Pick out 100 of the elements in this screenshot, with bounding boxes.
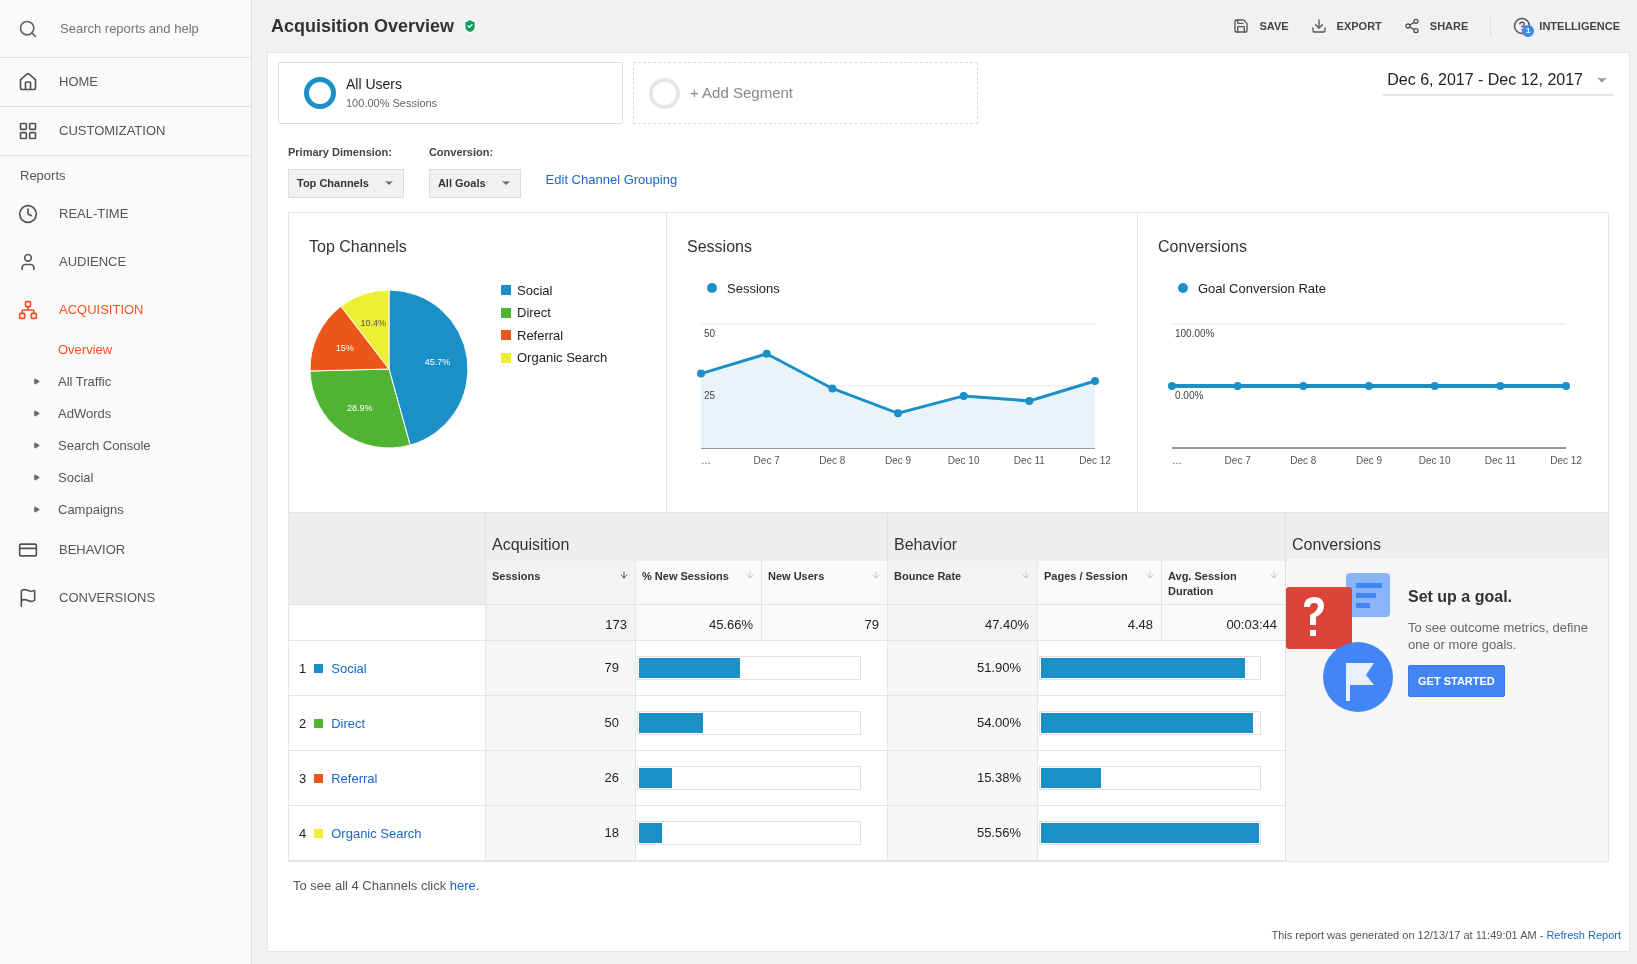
toolbar-icon xyxy=(1310,18,1327,34)
legend-swatch xyxy=(501,330,511,341)
segment-detail: 100.00% Sessions xyxy=(346,96,438,112)
expand-icon xyxy=(33,378,40,385)
footer-note: To see all 4 Channels click here. xyxy=(292,876,481,895)
nav-subitem[interactable]: Search Console xyxy=(0,429,251,462)
segment-card[interactable]: All Users 100.00% Sessions xyxy=(278,62,623,124)
axis-label: Dec 8 xyxy=(1290,455,1317,466)
legend-swatch xyxy=(501,352,511,363)
goal-title: Set up a goal. xyxy=(1408,586,1513,607)
dimension-dropdown[interactable]: Top Channels xyxy=(288,168,404,198)
column-header[interactable]: New Users xyxy=(761,560,887,605)
group-heading: Conversions xyxy=(1292,535,1381,553)
table-cell: 15.38% xyxy=(887,750,1037,806)
refresh-link[interactable]: Refresh Report xyxy=(1546,928,1621,941)
data-point xyxy=(1233,382,1242,390)
search-field[interactable]: Search reports and help xyxy=(60,18,230,39)
chart-title: Conversions xyxy=(1158,236,1248,257)
nav-icon xyxy=(18,72,38,92)
nav-subitem[interactable]: AdWords xyxy=(0,397,251,430)
nav-icon xyxy=(18,587,38,608)
row-rank: 1 xyxy=(299,659,307,678)
column-header[interactable]: Avg. Session Duration xyxy=(1161,560,1285,605)
group-heading: Behavior xyxy=(894,535,958,553)
intelligence-button[interactable]: 1 INTELLIGENCE xyxy=(1513,17,1620,35)
verified-icon xyxy=(462,18,479,34)
sort-arrow-icon xyxy=(619,569,629,580)
data-point xyxy=(1365,382,1373,390)
channel-link[interactable]: Direct xyxy=(331,713,366,734)
toolbar-button[interactable]: EXPORT xyxy=(1310,17,1382,35)
toolbar-button[interactable]: SHARE xyxy=(1403,17,1469,35)
nav-subitem[interactable]: All Traffic xyxy=(0,365,251,398)
expand-icon xyxy=(33,410,40,417)
nav-item[interactable]: REAL-TIME xyxy=(0,189,251,238)
get-started-button[interactable]: GET STARTED xyxy=(1408,664,1505,697)
sort-arrow-icon xyxy=(871,569,881,580)
axis-label: Dec 7 xyxy=(1224,455,1251,466)
legend-label: Direct xyxy=(517,304,551,322)
channel-link[interactable]: Referral xyxy=(331,768,378,789)
data-point xyxy=(1091,377,1099,386)
axis-label: 50 xyxy=(704,328,716,339)
chart-title: Top Channels xyxy=(309,236,408,257)
axis-label: Dec 8 xyxy=(819,455,846,466)
table-cell: 55.56% xyxy=(887,805,1037,861)
column-header[interactable]: Pages / Session xyxy=(1037,560,1161,605)
group-heading: Acquisition xyxy=(492,535,570,553)
total-cell: 47.40% xyxy=(887,604,1037,641)
data-point xyxy=(697,369,705,378)
legend-swatch xyxy=(501,285,511,296)
legend-label: Goal Conversion Rate xyxy=(1198,279,1326,298)
sort-arrow-icon xyxy=(745,569,755,580)
nav-item[interactable]: HOME xyxy=(0,58,251,107)
channel-link[interactable]: Social xyxy=(331,658,367,679)
legend-label: Organic Search xyxy=(517,349,608,367)
segment-ring-icon xyxy=(304,77,336,109)
nav-icon xyxy=(18,251,38,272)
expand-icon xyxy=(33,442,40,449)
dimension-label: Primary Dimension: xyxy=(288,145,393,160)
nav-item[interactable]: BEHAVIOR xyxy=(0,525,251,574)
legend-swatch xyxy=(501,307,511,318)
data-point xyxy=(1496,382,1505,390)
date-range-picker[interactable]: Dec 6, 2017 - Dec 12, 2017 xyxy=(1383,66,1613,96)
column-header[interactable]: % New Sessions xyxy=(635,560,761,605)
row-rank: 4 xyxy=(299,824,307,843)
nav-item[interactable]: CONVERSIONS xyxy=(0,573,251,622)
notification-badge: 1 xyxy=(1522,25,1535,37)
expand-icon xyxy=(33,506,40,513)
table-cell: 26 xyxy=(485,750,635,806)
slice-label: 15% xyxy=(335,342,354,353)
axis-label: Dec 10 xyxy=(1418,455,1451,466)
legend-label: Referral xyxy=(517,326,564,345)
data-point xyxy=(959,391,968,400)
data-point xyxy=(894,409,902,418)
page-title: Acquisition Overview xyxy=(271,14,455,38)
nav-icon xyxy=(18,203,38,224)
axis-label: Dec 9 xyxy=(884,455,912,466)
dimension-dropdown[interactable]: All Goals xyxy=(428,168,521,198)
table-cell: 50 xyxy=(485,695,635,751)
total-cell: 00:03:44 xyxy=(1161,604,1285,641)
axis-label: 0.00% xyxy=(1175,390,1204,401)
section-label: Reports xyxy=(19,167,67,185)
slice-label: 45.7% xyxy=(424,356,451,367)
column-header[interactable]: Sessions xyxy=(485,560,635,605)
segment-name: All Users xyxy=(346,75,403,95)
column-header[interactable]: Bounce Rate xyxy=(887,560,1037,605)
data-point xyxy=(1562,382,1570,390)
edit-grouping-link[interactable]: Edit Channel Grouping xyxy=(545,170,678,190)
nav-item[interactable]: AUDIENCE xyxy=(0,237,251,286)
channel-link[interactable]: Organic Search xyxy=(331,823,422,844)
add-segment-button[interactable]: + Add Segment xyxy=(633,62,978,124)
nav-subitem[interactable]: Campaigns xyxy=(0,493,251,526)
here-link[interactable]: here xyxy=(449,877,476,893)
axis-label: … xyxy=(701,455,711,466)
nav-item[interactable]: CUSTOMIZATION xyxy=(0,107,251,156)
question-icon xyxy=(1513,17,1532,35)
table-cell: 51.90% xyxy=(887,640,1037,696)
nav-subitem[interactable]: Social xyxy=(0,461,251,494)
toolbar-button[interactable]: SAVE xyxy=(1233,17,1289,35)
axis-label: Dec 11 xyxy=(1013,455,1045,466)
data-point xyxy=(1430,382,1439,390)
